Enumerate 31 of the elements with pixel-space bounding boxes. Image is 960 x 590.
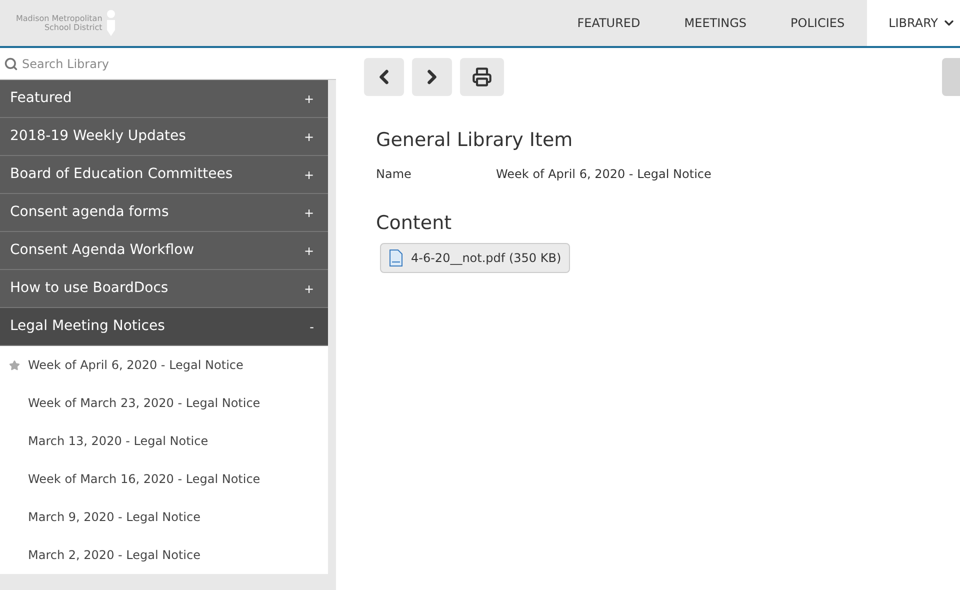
- category-header[interactable]: Consent Agenda Workflow +: [0, 232, 328, 270]
- category-header[interactable]: 2018-19 Weekly Updates +: [0, 118, 328, 156]
- document-icon: [389, 249, 403, 267]
- printer-icon: [472, 67, 492, 87]
- nav-tab[interactable]: LIBRARY: [866, 0, 960, 46]
- category-header[interactable]: Board of Education Committees +: [0, 156, 328, 194]
- search-input[interactable]: Search Library: [22, 54, 332, 72]
- content-heading: Content: [376, 210, 453, 236]
- library-item[interactable]: March 2, 2020 - Legal Notice: [28, 546, 200, 564]
- print-button[interactable]: [460, 58, 504, 96]
- library-item[interactable]: March 13, 2020 - Legal Notice: [28, 432, 208, 450]
- previous-button[interactable]: [364, 58, 404, 96]
- category-header[interactable]: Legal Meeting Notices -: [0, 308, 328, 346]
- logo-text: Madison Metropolitan School District: [16, 14, 102, 32]
- item-title: General Library Item: [376, 128, 574, 153]
- search-icon: [4, 56, 18, 70]
- library-item[interactable]: Week of April 6, 2020 - Legal Notice: [28, 356, 244, 374]
- category-header[interactable]: Featured +: [0, 80, 328, 118]
- library-item[interactable]: Week of March 23, 2020 - Legal Notice: [28, 394, 260, 412]
- field-label: Name: [376, 166, 412, 182]
- search-field[interactable]: Search Library: [0, 48, 336, 80]
- category-header[interactable]: How to use BoardDocs +: [0, 270, 328, 308]
- attachment-button[interactable]: 4-6-20__not.pdf (350 KB): [380, 243, 570, 273]
- nav-tab[interactable]: POLICIES: [768, 0, 867, 46]
- library-item[interactable]: Week of March 16, 2020 - Legal Notice: [28, 470, 260, 488]
- category-header[interactable]: Consent agenda forms +: [0, 194, 328, 232]
- nav-tab[interactable]: FEATURED: [555, 0, 662, 46]
- library-item[interactable]: March 9, 2020 - Legal Notice: [28, 508, 200, 526]
- nav-tab[interactable]: MEETINGS: [662, 0, 769, 46]
- field-value: Week of April 6, 2020 - Legal Notice: [496, 166, 712, 182]
- next-button[interactable]: [412, 58, 452, 96]
